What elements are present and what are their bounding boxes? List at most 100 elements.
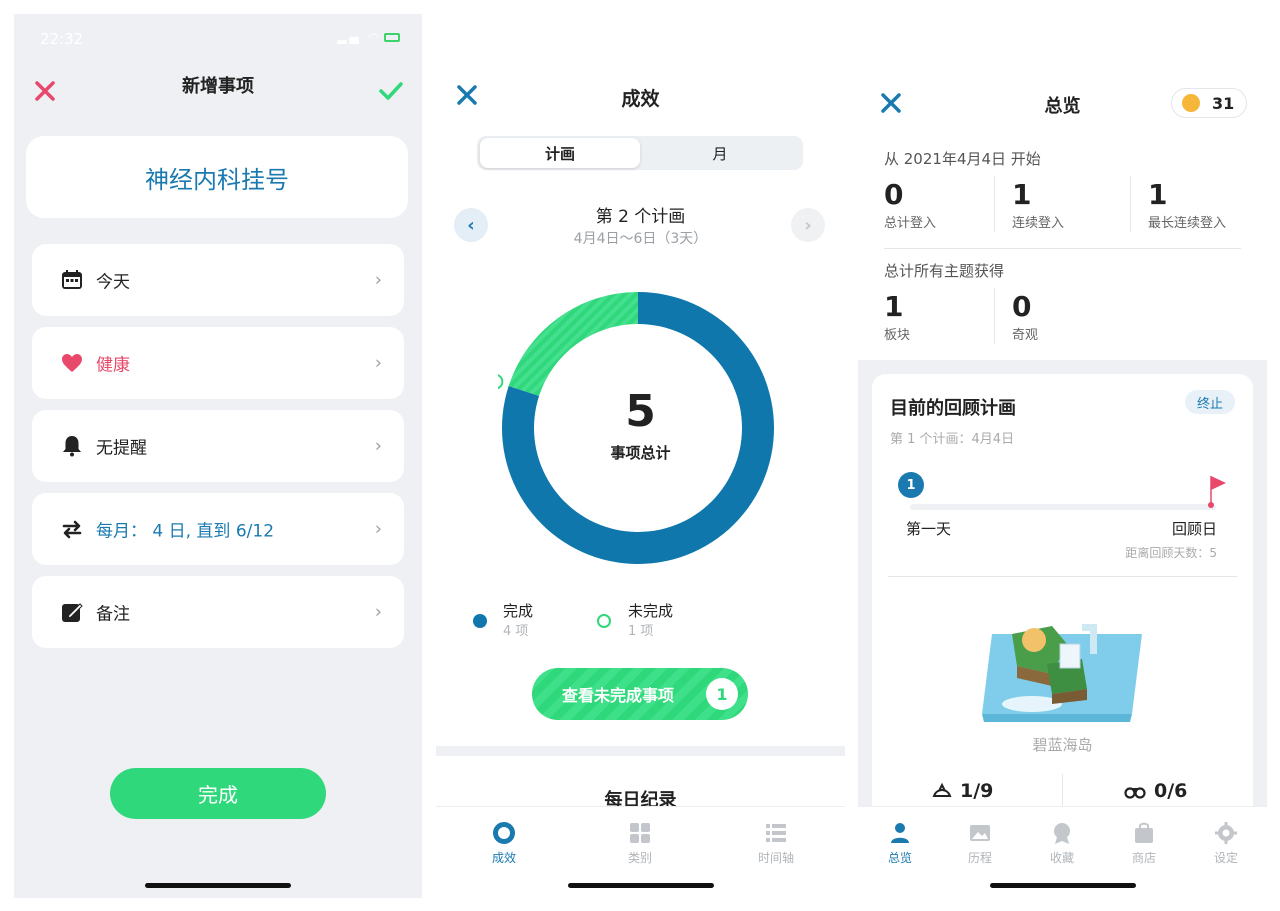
plan-title: 第 2 个计画 — [595, 207, 686, 227]
results-screen: 成效 计画 月 ‹ 第 2 个计画 4月4日～6日（3天） › 5 事项总计 完… — [436, 14, 845, 898]
stat-value: 0 — [884, 178, 904, 211]
shopping-bag-icon — [1135, 822, 1153, 843]
tab-settings[interactable]: 设定 — [1186, 821, 1266, 866]
badge-icon — [1054, 823, 1070, 844]
donut-icon — [493, 822, 515, 844]
stat-label: 最长连续登入 — [1148, 216, 1227, 231]
chevron-right-icon: › — [374, 352, 382, 374]
reminder-row[interactable]: 无提醒 › — [32, 410, 404, 482]
category-row[interactable]: 健康 › — [32, 327, 404, 399]
stat-value: 1 — [1012, 178, 1032, 211]
divider — [888, 576, 1237, 577]
stat-total-logins: 0 总计登入 — [884, 178, 936, 232]
chevron-right-icon: › — [374, 269, 382, 291]
repeat-label: 每月： 4 日, 直到 6/12 — [96, 521, 275, 542]
legend-done-count: 4 项 — [503, 624, 529, 639]
start-date-text: 从 2021年4月4日 开始 — [884, 150, 1041, 168]
period-segmented-control: 计画 月 — [477, 136, 803, 170]
segment-plan[interactable]: 计画 — [480, 138, 640, 168]
current-day-pin: 1 — [898, 472, 924, 498]
done-button[interactable]: 完成 — [110, 768, 326, 819]
overview-screen: 总览 31 从 2021年4月4日 开始 0 总计登入 1 连续登入 1 最长连… — [858, 14, 1267, 898]
edit-note-icon — [62, 603, 83, 622]
note-row[interactable]: 备注 › — [32, 576, 404, 648]
page-title: 成效 — [621, 88, 660, 110]
tab-settings-label: 设定 — [1213, 851, 1238, 865]
view-incomplete-label: 查看未完成事项 — [562, 686, 675, 705]
binoculars-icon — [1124, 787, 1146, 799]
flag-icon — [1208, 476, 1226, 508]
tab-collection-label: 收藏 — [1049, 851, 1074, 865]
legend-dot-done — [473, 614, 487, 628]
repeat-row[interactable]: 每月： 4 日, 直到 6/12 › — [32, 493, 404, 565]
review-plan-subtitle: 第 1 个计画：4月4日 — [890, 432, 1015, 447]
tab-timeline-label: 时间轴 — [757, 851, 794, 865]
divider — [884, 248, 1241, 249]
section-divider — [436, 746, 845, 756]
chevron-right-icon: › — [374, 601, 382, 623]
tab-results[interactable]: 成效 — [464, 821, 544, 866]
timeline-end-label: 回顾日 — [1171, 520, 1217, 538]
island-icon — [932, 782, 952, 797]
total-count: 5 — [625, 386, 656, 437]
chevron-right-icon: › — [374, 435, 382, 457]
legend-undone-label: 未完成 — [628, 602, 674, 620]
status-icons: ▂▄ ◠ — [337, 30, 400, 44]
island-name: 碧蓝海岛 — [1032, 736, 1093, 754]
tab-shop[interactable]: 商店 — [1104, 821, 1184, 866]
tab-overview[interactable]: 总览 — [860, 821, 940, 866]
coin-count: 31 — [1212, 93, 1235, 113]
list-icon — [766, 824, 786, 842]
status-time: 22:32 — [40, 30, 84, 48]
grid-icon — [630, 823, 650, 843]
review-plan-title: 目前的回顾计画 — [890, 398, 1016, 419]
item-name-field[interactable]: 神经内科挂号 — [26, 136, 408, 218]
repeat-icon — [62, 520, 82, 539]
picture-icon — [970, 825, 990, 841]
review-plan-card: 目前的回顾计画 终止 第 1 个计画：4月4日 1 第一天 回顾日 距离回顾天数… — [872, 374, 1253, 834]
confirm-check-icon[interactable] — [378, 80, 404, 102]
date-label: 今天 — [96, 272, 130, 293]
tab-results-label: 成效 — [491, 851, 516, 865]
chevron-right-icon: › — [374, 518, 382, 540]
gear-icon — [1215, 822, 1237, 844]
tab-history-label: 历程 — [967, 851, 992, 865]
legend-undone-count: 1 项 — [628, 624, 654, 639]
incomplete-count-badge: 1 — [706, 678, 738, 710]
person-icon — [891, 823, 909, 843]
tab-categories[interactable]: 类别 — [600, 821, 680, 866]
chevron-right-icon: › — [804, 214, 812, 236]
tab-shop-label: 商店 — [1131, 851, 1156, 865]
stat-wonders: 0 奇观 — [1012, 290, 1038, 344]
tab-collection[interactable]: 收藏 — [1022, 821, 1102, 866]
coin-icon — [1182, 94, 1200, 112]
date-row[interactable]: 今天 › — [32, 244, 404, 316]
stat-value: 0 — [1012, 290, 1032, 323]
status-bar: 22:32 ▂▄ ◠ — [40, 30, 400, 48]
heart-icon — [62, 354, 82, 372]
calendar-icon — [62, 270, 82, 289]
donut-slice-undone — [508, 292, 638, 396]
view-incomplete-button[interactable]: 查看未完成事项 1 — [532, 668, 748, 720]
new-item-screen: 22:32 ▂▄ ◠ 新增事项 神经内科挂号 今天 › 健康 › 无提醒 › 每… — [14, 14, 422, 898]
plan-date-range: 4月4日～6日（3天） — [573, 231, 708, 247]
stat-separator — [1130, 176, 1131, 232]
stat-value: 1 — [884, 290, 904, 323]
legend-done-label: 完成 — [503, 602, 534, 620]
wonder-progress-value: 0/6 — [1154, 780, 1188, 802]
island-illustration — [982, 624, 1142, 722]
stat-value: 1 — [1148, 178, 1168, 211]
page-title: 新增事项 — [182, 76, 254, 97]
coin-balance[interactable]: 31 — [1171, 88, 1247, 118]
segment-month[interactable]: 月 — [640, 138, 800, 168]
tab-timeline[interactable]: 时间轴 — [736, 821, 816, 866]
category-label: 健康 — [96, 355, 130, 376]
next-plan-button[interactable]: › — [791, 208, 825, 242]
battery-icon — [384, 33, 400, 42]
stat-streak-logins: 1 连续登入 — [1012, 178, 1064, 232]
reminder-label: 无提醒 — [96, 438, 147, 459]
tab-history[interactable]: 历程 — [940, 821, 1020, 866]
stop-plan-button[interactable]: 终止 — [1185, 390, 1235, 414]
wonder-progress: 0/6 — [1124, 780, 1187, 802]
stat-tiles: 1 板块 — [884, 290, 910, 344]
